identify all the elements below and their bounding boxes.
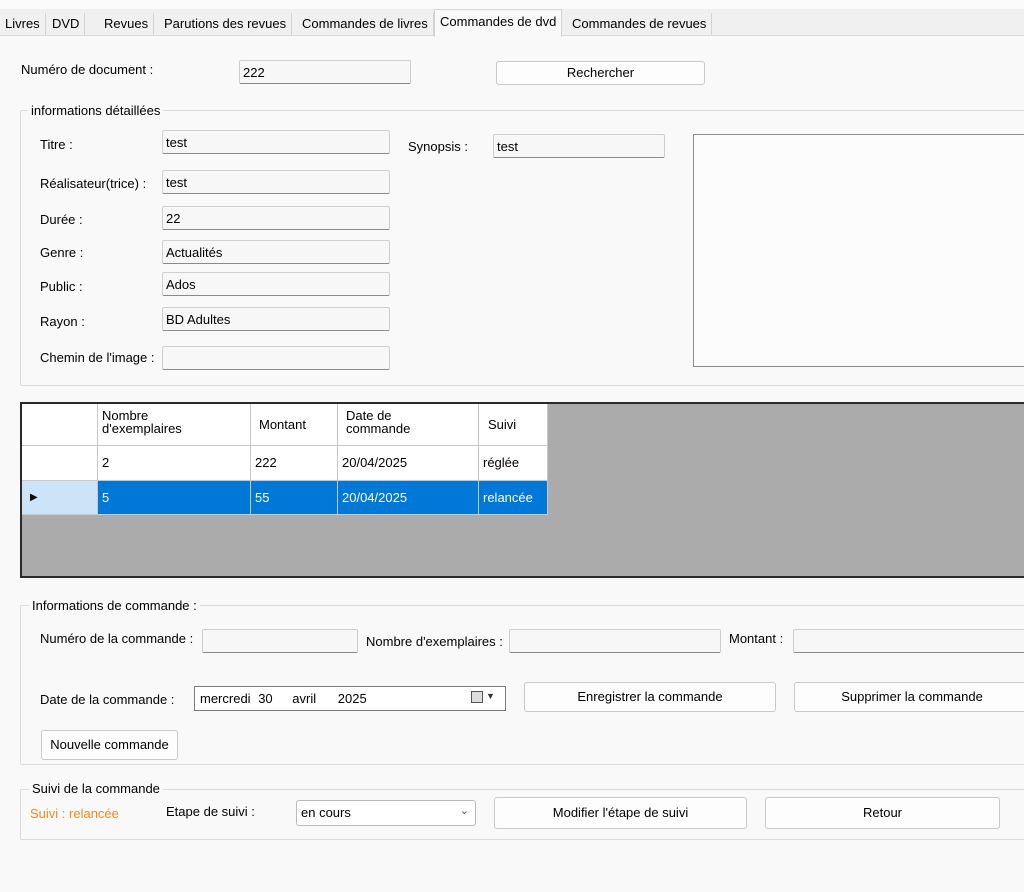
montant-field[interactable] bbox=[793, 629, 1024, 653]
grid-header-date[interactable]: Date de commande bbox=[338, 404, 479, 446]
realisateur-field[interactable]: test bbox=[162, 170, 390, 194]
chemin-image-label: Chemin de l'image : bbox=[40, 350, 155, 365]
montant-label: Montant : bbox=[729, 631, 784, 646]
chevron-down-icon[interactable]: ▼ bbox=[486, 691, 495, 701]
tab-commandes-dvd[interactable]: Commandes de dvd bbox=[434, 9, 563, 37]
titre-field[interactable]: test bbox=[162, 130, 390, 154]
numero-commande-label: Numéro de la commande : bbox=[40, 631, 194, 646]
retour-button[interactable]: Retour bbox=[765, 797, 1000, 829]
synopsis-label: Synopsis : bbox=[408, 139, 468, 154]
details-group-title: informations détaillées bbox=[28, 103, 164, 118]
grid-header-montant[interactable]: Montant bbox=[251, 404, 338, 446]
grid-cell-exemplaires[interactable]: 2 bbox=[98, 446, 251, 481]
enregistrer-commande-button[interactable]: Enregistrer la commande bbox=[524, 682, 776, 712]
tab-parutions-revues[interactable]: Parutions des revues bbox=[159, 13, 293, 35]
synopsis-field[interactable]: test bbox=[493, 134, 665, 158]
date-month[interactable]: avril bbox=[292, 691, 316, 706]
etape-suivi-value: en cours bbox=[301, 805, 351, 820]
grid-cell-exemplaires[interactable]: 5 bbox=[98, 481, 251, 515]
etape-suivi-select[interactable]: en cours ⌄ bbox=[296, 800, 476, 826]
grid-header-date-line2: commande bbox=[346, 421, 411, 436]
grid-cell-montant[interactable]: 55 bbox=[251, 481, 338, 515]
grid-header-suivi[interactable]: Suivi bbox=[479, 404, 548, 446]
rechercher-button[interactable]: Rechercher bbox=[496, 61, 705, 85]
date-day[interactable]: 30 bbox=[258, 691, 272, 706]
grid-cell-suivi[interactable]: relancée bbox=[479, 481, 548, 515]
date-commande-picker[interactable]: mercredi 30 avril 2025 ▼ bbox=[194, 686, 506, 711]
modifier-etape-button[interactable]: Modifier l'étape de suivi bbox=[494, 797, 747, 829]
nouvelle-commande-button[interactable]: Nouvelle commande bbox=[41, 730, 178, 760]
titre-label: Titre : bbox=[40, 137, 73, 152]
grid-row-header-corner bbox=[22, 404, 98, 446]
grid-header-exemplaires-line2: d'exemplaires bbox=[102, 421, 182, 436]
date-commande-label: Date de la commande : bbox=[40, 692, 175, 707]
commande-group-title: Informations de commande : bbox=[29, 598, 200, 613]
grid-header-exemplaires[interactable]: Nombre d'exemplaires bbox=[98, 404, 251, 446]
nombre-exemplaires-label: Nombre d'exemplaires : bbox=[366, 634, 503, 649]
tab-dvd[interactable]: DVD bbox=[47, 13, 86, 35]
realisateur-label: Réalisateur(trice) : bbox=[40, 176, 147, 191]
grid-row-header-selected[interactable]: ▶ bbox=[22, 481, 98, 515]
public-field[interactable]: Ados bbox=[162, 272, 390, 296]
numero-commande-field[interactable] bbox=[202, 629, 358, 653]
tab-commandes-revues[interactable]: Commandes de revues bbox=[567, 13, 713, 35]
row-pointer-icon: ▶ bbox=[30, 492, 38, 503]
public-label: Public : bbox=[40, 279, 83, 294]
rayon-label: Rayon : bbox=[40, 314, 85, 329]
date-weekday[interactable]: mercredi bbox=[200, 691, 251, 706]
numero-document-input[interactable]: 222 bbox=[239, 60, 411, 84]
etape-suivi-label: Etape de suivi : bbox=[166, 804, 255, 819]
suivi-group-title: Suivi de la commande bbox=[29, 781, 163, 796]
grid-cell-montant[interactable]: 222 bbox=[251, 446, 338, 481]
genre-label: Genre : bbox=[40, 245, 84, 260]
grid-header-suivi-label: Suivi bbox=[488, 417, 517, 432]
tab-commandes-livres[interactable]: Commandes de livres bbox=[297, 13, 434, 35]
grid-cell-date[interactable]: 20/04/2025 bbox=[338, 481, 479, 515]
grid-cell-date[interactable]: 20/04/2025 bbox=[338, 446, 479, 481]
image-preview bbox=[693, 134, 1024, 367]
tab-revues[interactable]: Revues bbox=[99, 13, 155, 35]
calendar-icon[interactable] bbox=[471, 691, 483, 703]
nombre-exemplaires-field[interactable] bbox=[509, 629, 721, 653]
genre-field[interactable]: Actualités bbox=[162, 240, 390, 264]
commandes-grid[interactable]: Nombre d'exemplaires Montant Date de com… bbox=[20, 402, 1024, 578]
numero-document-label: Numéro de document : bbox=[21, 62, 154, 77]
suivi-status-text: Suivi : relancée bbox=[30, 806, 119, 821]
grid-cell-suivi[interactable]: réglée bbox=[479, 446, 548, 481]
duree-field[interactable]: 22 bbox=[162, 206, 390, 230]
duree-label: Durée : bbox=[40, 212, 83, 227]
date-year[interactable]: 2025 bbox=[338, 691, 367, 706]
chevron-down-icon[interactable]: ⌄ bbox=[460, 804, 469, 817]
tab-livres[interactable]: Livres bbox=[0, 13, 46, 35]
grid-row-header[interactable] bbox=[22, 446, 98, 481]
chemin-image-field[interactable] bbox=[162, 346, 390, 370]
rayon-field[interactable]: BD Adultes bbox=[162, 307, 390, 331]
supprimer-commande-button[interactable]: Supprimer la commande bbox=[794, 682, 1024, 712]
grid-header-montant-label: Montant bbox=[259, 417, 306, 432]
